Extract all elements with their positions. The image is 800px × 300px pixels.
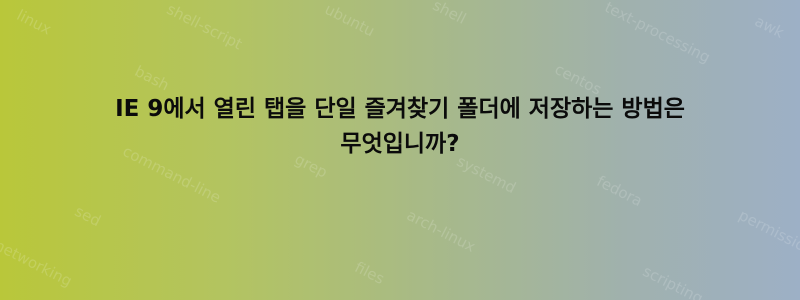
background-tag: sed [71, 202, 104, 231]
background-tag: linux [13, 6, 55, 39]
background-tag: fedora [593, 172, 646, 211]
background-tag: networking [0, 236, 75, 291]
background-tag: files [351, 258, 388, 288]
background-tag: permissions [735, 206, 800, 263]
background-tag: awk [751, 12, 787, 42]
background-tag: shell [429, 0, 470, 28]
background-tag: text-processing [601, 0, 714, 67]
question-banner: linux shell-script ubuntu shell text-pro… [0, 0, 800, 300]
background-tag: arch-linux [403, 206, 479, 256]
background-tag: ubuntu [321, 0, 378, 41]
question-title-line-1: IE 9에서 열린 탭을 단일 즐겨찾기 폴더에 저장하는 방법은 [115, 96, 685, 122]
background-tag: shell-script [163, 0, 246, 54]
question-title-line-2: 무엇입니까? [340, 131, 460, 157]
background-tag: bash [131, 62, 173, 95]
question-title: IE 9에서 열린 탭을 단일 즐겨찾기 폴더에 저장하는 방법은 무엇입니까? [0, 92, 800, 162]
background-tag: scripting [639, 262, 706, 300]
